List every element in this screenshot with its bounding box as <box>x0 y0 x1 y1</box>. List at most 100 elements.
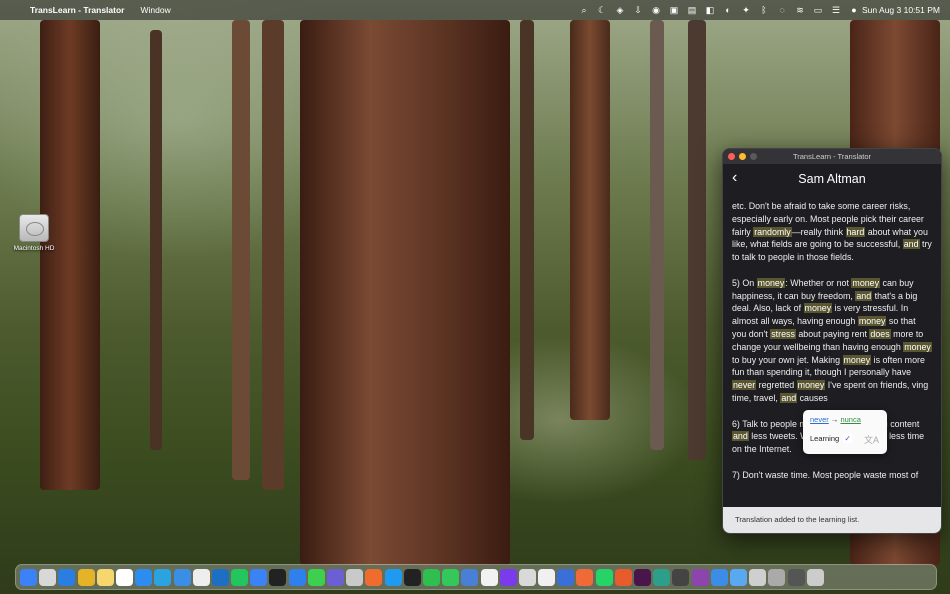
user-icon[interactable]: ● <box>848 4 860 16</box>
close-button[interactable] <box>728 153 735 160</box>
translation-pair: never → nunca <box>810 415 861 424</box>
dock-chatgpt-icon[interactable] <box>192 568 210 586</box>
vpn-icon[interactable]: ◐ <box>722 4 734 16</box>
highlighted-word[interactable]: money <box>803 303 833 314</box>
text-segment: 5) On <box>732 277 757 288</box>
dock-app-store-icon[interactable] <box>135 568 153 586</box>
dock-slack-icon[interactable] <box>634 568 651 586</box>
dock-downloads-icon[interactable] <box>768 568 786 586</box>
search-icon[interactable]: ⌕ <box>578 4 590 16</box>
highlighted-word[interactable]: money <box>857 316 887 327</box>
dock-messages-icon[interactable] <box>307 568 325 586</box>
dock-mail-icon[interactable] <box>710 568 728 586</box>
dock-proxyman-icon[interactable] <box>365 568 383 586</box>
battery-icon[interactable]: ▭ <box>812 4 824 16</box>
text-segment: about paying rent <box>795 328 870 339</box>
bug-icon[interactable]: ✦ <box>740 4 752 16</box>
highlighted-word[interactable]: money <box>851 277 881 288</box>
dock-copilot-icon[interactable] <box>653 568 671 586</box>
text-segment: to buy your own jet. Making <box>732 354 843 365</box>
dock-finder-2-icon[interactable] <box>729 568 747 586</box>
window-titlebar[interactable]: TransLearn - Translator <box>723 149 941 164</box>
highlighted-word[interactable]: and <box>780 392 798 403</box>
menu-window[interactable]: Window <box>140 5 170 15</box>
translate-icon[interactable]: 文A <box>864 433 879 446</box>
dock-whatsapp-icon[interactable] <box>595 568 613 586</box>
macintosh-hd-icon[interactable]: Macintosh HD <box>10 214 58 252</box>
menu-clock[interactable]: Sun Aug 3 10:51 PM <box>862 5 940 15</box>
notes-icon[interactable]: ◧ <box>704 4 716 16</box>
dock-calculator-icon[interactable] <box>518 568 536 586</box>
dock-swift-icon[interactable] <box>576 568 594 586</box>
bluetooth-icon[interactable]: ᛒ <box>758 4 770 16</box>
minimize-button[interactable] <box>739 153 746 160</box>
dock-stack-icon[interactable] <box>787 568 805 586</box>
text-segment: : Whether or not <box>785 277 852 288</box>
dock-app-store-2-icon[interactable] <box>384 568 402 586</box>
dock-teams-icon[interactable] <box>557 568 575 586</box>
target-word-link[interactable]: nunca <box>840 415 860 424</box>
control-center-icon[interactable]: ☰ <box>830 4 842 16</box>
dock-xcode-icon[interactable] <box>173 568 191 586</box>
article-content[interactable]: etc. Don't be afraid to take some career… <box>723 194 941 501</box>
highlighted-word[interactable]: never <box>732 380 757 391</box>
dock-preview-icon[interactable] <box>346 568 364 586</box>
dock-facetime-icon[interactable] <box>442 568 460 586</box>
wifi-icon[interactable]: ≋ <box>794 4 806 16</box>
dock-podcasts-icon[interactable] <box>691 568 709 586</box>
highlighted-word[interactable]: and <box>732 431 749 442</box>
highlighted-word[interactable]: money <box>756 277 786 288</box>
chevron-left-icon[interactable]: ‹ <box>732 169 737 187</box>
highlighted-word[interactable]: hard <box>845 226 866 237</box>
dock-notes-icon[interactable] <box>96 568 114 586</box>
dock-github-desktop-icon[interactable] <box>327 568 344 586</box>
record-icon[interactable]: ◉ <box>650 4 662 16</box>
highlighted-word[interactable]: money <box>903 341 932 352</box>
text-segment: causes <box>797 392 828 403</box>
highlighted-word[interactable]: and <box>855 290 873 301</box>
dock-finder-icon[interactable] <box>20 568 37 586</box>
zoom-button[interactable] <box>750 153 757 160</box>
dock-chrome-icon[interactable] <box>77 568 95 586</box>
learning-checkbox[interactable]: ✓ <box>843 434 853 443</box>
screenshot-icon[interactable]: ▣ <box>668 4 680 16</box>
chat-icon[interactable]: ◌ <box>776 4 788 16</box>
window-title: TransLearn - Translator <box>792 152 872 161</box>
clipboard-icon[interactable]: ▤ <box>686 4 698 16</box>
dock-trash-icon[interactable] <box>806 568 824 586</box>
highlighted-word[interactable]: money <box>796 380 826 391</box>
highlighted-word[interactable]: stress <box>770 328 796 339</box>
dock-yandex-icon[interactable] <box>480 568 498 586</box>
highlighted-word[interactable]: randomly <box>753 226 792 237</box>
dock-vscode-icon[interactable] <box>288 568 306 586</box>
menu-app-name[interactable]: TransLearn - Translator <box>30 5 124 15</box>
article-title: Sam Altman <box>798 172 866 186</box>
dock-safari-icon[interactable] <box>58 568 76 586</box>
toast-message: Translation added to the learning list. <box>723 507 941 533</box>
dock-launchpad-icon[interactable] <box>39 568 57 586</box>
download-icon[interactable]: ⇩ <box>632 4 644 16</box>
dock-numbers-icon[interactable] <box>422 568 440 586</box>
menu-bar: TransLearn - Translator Window ⌕ ☾ ◈ ⇩ ◉… <box>0 0 950 20</box>
moon-icon[interactable]: ☾ <box>596 4 608 16</box>
dock-console-icon[interactable] <box>672 568 690 586</box>
dock-textedit-icon[interactable] <box>538 568 556 586</box>
highlighted-word[interactable]: and <box>902 239 920 250</box>
dock-maps-icon[interactable] <box>250 568 268 586</box>
dock-calendar-icon[interactable] <box>115 568 133 586</box>
text-segment: regretted <box>756 380 797 391</box>
highlighted-word[interactable]: does <box>869 328 891 339</box>
dock-trello-icon[interactable] <box>211 568 229 586</box>
source-word-link[interactable]: never <box>810 415 829 424</box>
dock-unity-icon[interactable] <box>269 568 287 586</box>
dock-obsidian-icon[interactable] <box>499 568 517 586</box>
translearn-window: TransLearn - Translator ‹ Sam Altman etc… <box>722 148 942 534</box>
dock-pycharm-icon[interactable] <box>231 568 249 586</box>
dock-simulator-icon[interactable] <box>461 568 479 586</box>
dock-telegram-icon[interactable] <box>154 568 172 586</box>
dock-shield-icon[interactable] <box>749 568 767 586</box>
shield-icon[interactable]: ◈ <box>614 4 626 16</box>
dock-firefox-icon[interactable] <box>614 568 632 586</box>
highlighted-word[interactable]: money <box>842 354 872 365</box>
dock-terminal-icon[interactable] <box>403 568 421 586</box>
